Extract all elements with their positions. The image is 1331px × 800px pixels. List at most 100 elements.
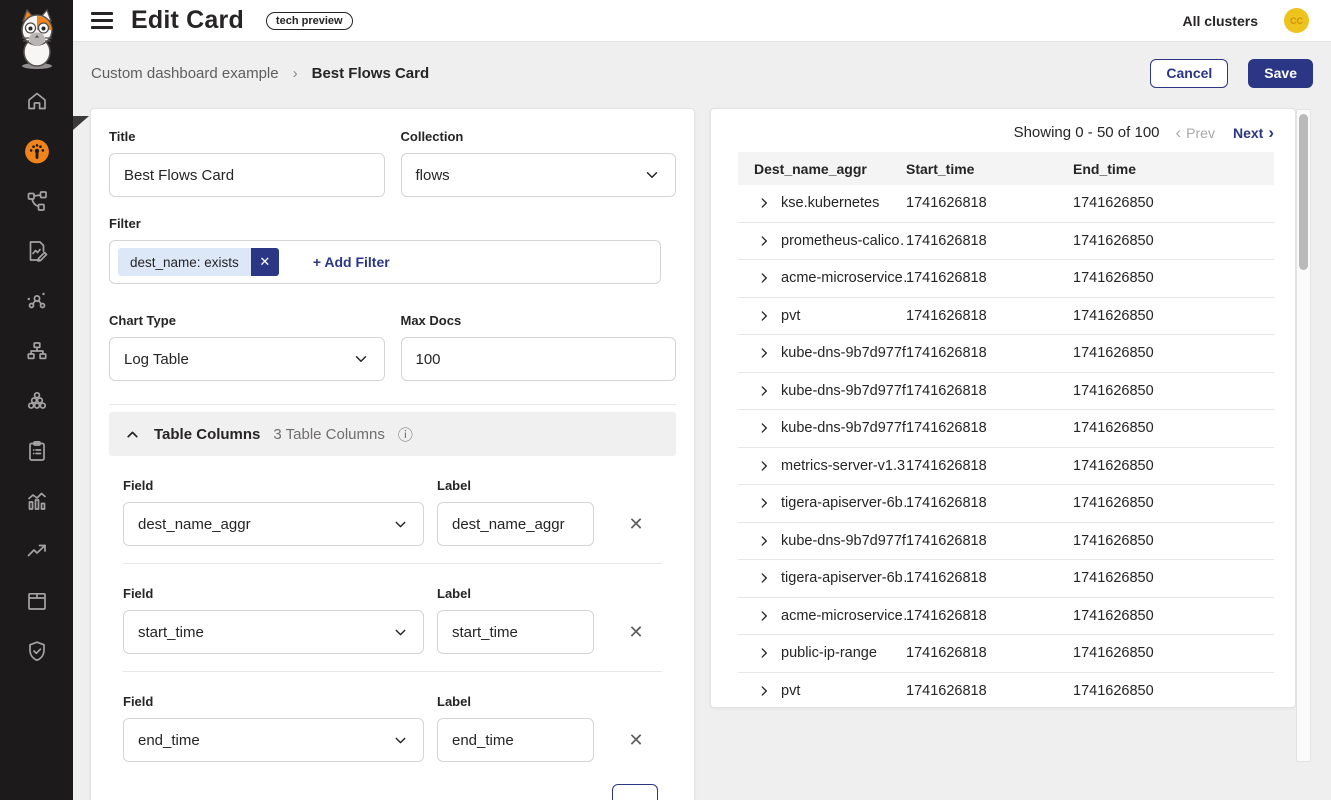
end-time-cell: 1741626850	[1073, 308, 1274, 324]
table-columns-count: 3 Table Columns	[273, 426, 384, 443]
chevron-up-icon	[124, 426, 141, 443]
remove-column-icon[interactable]: ✕	[624, 502, 648, 546]
breadcrumb-parent[interactable]: Custom dashboard example	[91, 65, 279, 82]
collection-label: Collection	[401, 129, 677, 144]
expand-row-icon[interactable]	[757, 309, 771, 323]
field-select[interactable]: start_time	[123, 610, 424, 654]
dest-name-cell: kube-dns-9b7d977f…	[781, 533, 906, 549]
table-header-row: Dest_name_aggr Start_time End_time	[738, 152, 1274, 185]
table-row[interactable]: metrics-server-v1.3… 1741626818 17416268…	[738, 448, 1274, 486]
expand-row-icon[interactable]	[757, 609, 771, 623]
expand-row-icon[interactable]	[757, 496, 771, 510]
end-time-cell: 1741626850	[1073, 383, 1274, 399]
prev-page-button[interactable]: ‹Prev	[1176, 124, 1215, 141]
expand-row-icon[interactable]	[757, 534, 771, 548]
table-row[interactable]: acme-microservice… 1741626818 1741626850	[738, 260, 1274, 298]
expand-row-icon[interactable]	[757, 421, 771, 435]
cancel-button[interactable]: Cancel	[1150, 59, 1228, 88]
table-columns-section-header[interactable]: Table Columns 3 Table Columns ⓘ	[109, 412, 676, 456]
home-icon[interactable]	[24, 88, 50, 114]
column-header[interactable]: Start_time	[906, 161, 1073, 177]
save-button[interactable]: Save	[1248, 59, 1313, 88]
avatar[interactable]: CC	[1284, 8, 1309, 33]
collection-select[interactable]: flows	[401, 153, 677, 197]
end-time-cell: 1741626850	[1073, 645, 1274, 661]
add-filter-link[interactable]: + Add Filter	[313, 254, 390, 270]
report-edit-icon[interactable]	[24, 238, 50, 264]
expand-row-icon[interactable]	[757, 384, 771, 398]
expand-row-icon[interactable]	[757, 271, 771, 285]
start-time-cell: 1741626818	[906, 195, 1073, 211]
field-label: Field	[123, 694, 424, 709]
expand-row-icon[interactable]	[757, 459, 771, 473]
start-time-cell: 1741626818	[906, 570, 1073, 586]
filter-chip-remove-icon[interactable]: ✕	[251, 248, 279, 276]
network-nodes-icon[interactable]	[24, 288, 50, 314]
field-select[interactable]: dest_name_aggr	[123, 502, 424, 546]
expand-row-icon[interactable]	[757, 684, 771, 698]
chart-type-select[interactable]: Log Table	[109, 337, 385, 381]
chevron-down-icon	[392, 516, 409, 533]
label-input[interactable]	[437, 718, 594, 762]
expand-row-icon[interactable]	[757, 346, 771, 360]
column-header[interactable]: End_time	[1073, 161, 1274, 177]
chart-stats-icon[interactable]	[24, 488, 50, 514]
expand-row-icon[interactable]	[757, 196, 771, 210]
trending-arrow-icon[interactable]	[24, 538, 50, 564]
table-row[interactable]: acme-microservice… 1741626818 1741626850	[738, 598, 1274, 636]
expand-row-icon[interactable]	[757, 571, 771, 585]
max-docs-input[interactable]	[401, 337, 677, 381]
dest-name-cell: kube-dns-9b7d977f…	[781, 345, 906, 361]
expand-row-icon[interactable]	[757, 646, 771, 660]
chevron-right-icon: ›	[1268, 124, 1274, 141]
expand-row-icon[interactable]	[757, 234, 771, 248]
field-select[interactable]: end_time	[123, 718, 424, 762]
column-header[interactable]: Dest_name_aggr	[754, 161, 906, 177]
next-page-button[interactable]: Next›	[1233, 124, 1274, 141]
package-box-icon[interactable]	[24, 588, 50, 614]
table-columns-title: Table Columns	[154, 426, 260, 443]
chevron-down-icon	[643, 166, 661, 184]
add-column-button[interactable]: +	[612, 784, 658, 800]
label-input[interactable]	[437, 502, 594, 546]
table-row[interactable]: pvt 1741626818 1741626850	[738, 298, 1274, 336]
hamburger-menu-icon[interactable]	[91, 12, 113, 29]
start-time-cell: 1741626818	[906, 608, 1073, 624]
scrollbar-thumb[interactable]	[1299, 114, 1308, 270]
end-time-cell: 1741626850	[1073, 233, 1274, 249]
table-row[interactable]: kube-dns-9b7d977f… 1741626818 1741626850	[738, 523, 1274, 561]
table-row[interactable]: pvt 1741626818 1741626850	[738, 673, 1274, 709]
end-time-cell: 1741626850	[1073, 608, 1274, 624]
scrollbar-track[interactable]	[1296, 109, 1311, 762]
dest-name-cell: pvt	[781, 683, 800, 699]
table-row[interactable]: prometheus-calico… 1741626818 1741626850	[738, 223, 1274, 261]
clipboard-list-icon[interactable]	[24, 438, 50, 464]
start-time-cell: 1741626818	[906, 533, 1073, 549]
cluster-circles-icon[interactable]	[24, 388, 50, 414]
service-graph-icon[interactable]	[24, 188, 50, 214]
remove-column-icon[interactable]: ✕	[624, 718, 648, 762]
end-time-cell: 1741626850	[1073, 683, 1274, 699]
info-icon[interactable]: ⓘ	[398, 424, 413, 445]
dashboard-icon[interactable]	[24, 138, 50, 164]
dest-name-cell: tigera-apiserver-6b…	[781, 495, 906, 511]
table-row[interactable]: kube-dns-9b7d977f… 1741626818 1741626850	[738, 335, 1274, 373]
table-row[interactable]: public-ip-range 1741626818 1741626850	[738, 635, 1274, 673]
calico-cat-logo[interactable]	[0, 0, 73, 70]
title-input[interactable]	[109, 153, 385, 197]
label-input[interactable]	[437, 610, 594, 654]
divider	[123, 563, 662, 564]
sidebar	[0, 0, 73, 800]
tree-hierarchy-icon[interactable]	[24, 338, 50, 364]
table-row[interactable]: tigera-apiserver-6b… 1741626818 17416268…	[738, 485, 1274, 523]
title-label: Title	[109, 129, 385, 144]
card-editor-panel: Title Collection flows Filter dest_name:…	[90, 108, 695, 800]
dest-name-cell: kse.kubernetes	[781, 195, 879, 211]
table-row[interactable]: tigera-apiserver-6b… 1741626818 17416268…	[738, 560, 1274, 598]
table-row[interactable]: kse.kubernetes 1741626818 1741626850	[738, 185, 1274, 223]
table-row[interactable]: kube-dns-9b7d977f… 1741626818 1741626850	[738, 410, 1274, 448]
table-row[interactable]: kube-dns-9b7d977f… 1741626818 1741626850	[738, 373, 1274, 411]
shield-check-icon[interactable]	[24, 638, 50, 664]
cluster-selector[interactable]: All clusters	[1183, 13, 1258, 29]
remove-column-icon[interactable]: ✕	[624, 610, 648, 654]
